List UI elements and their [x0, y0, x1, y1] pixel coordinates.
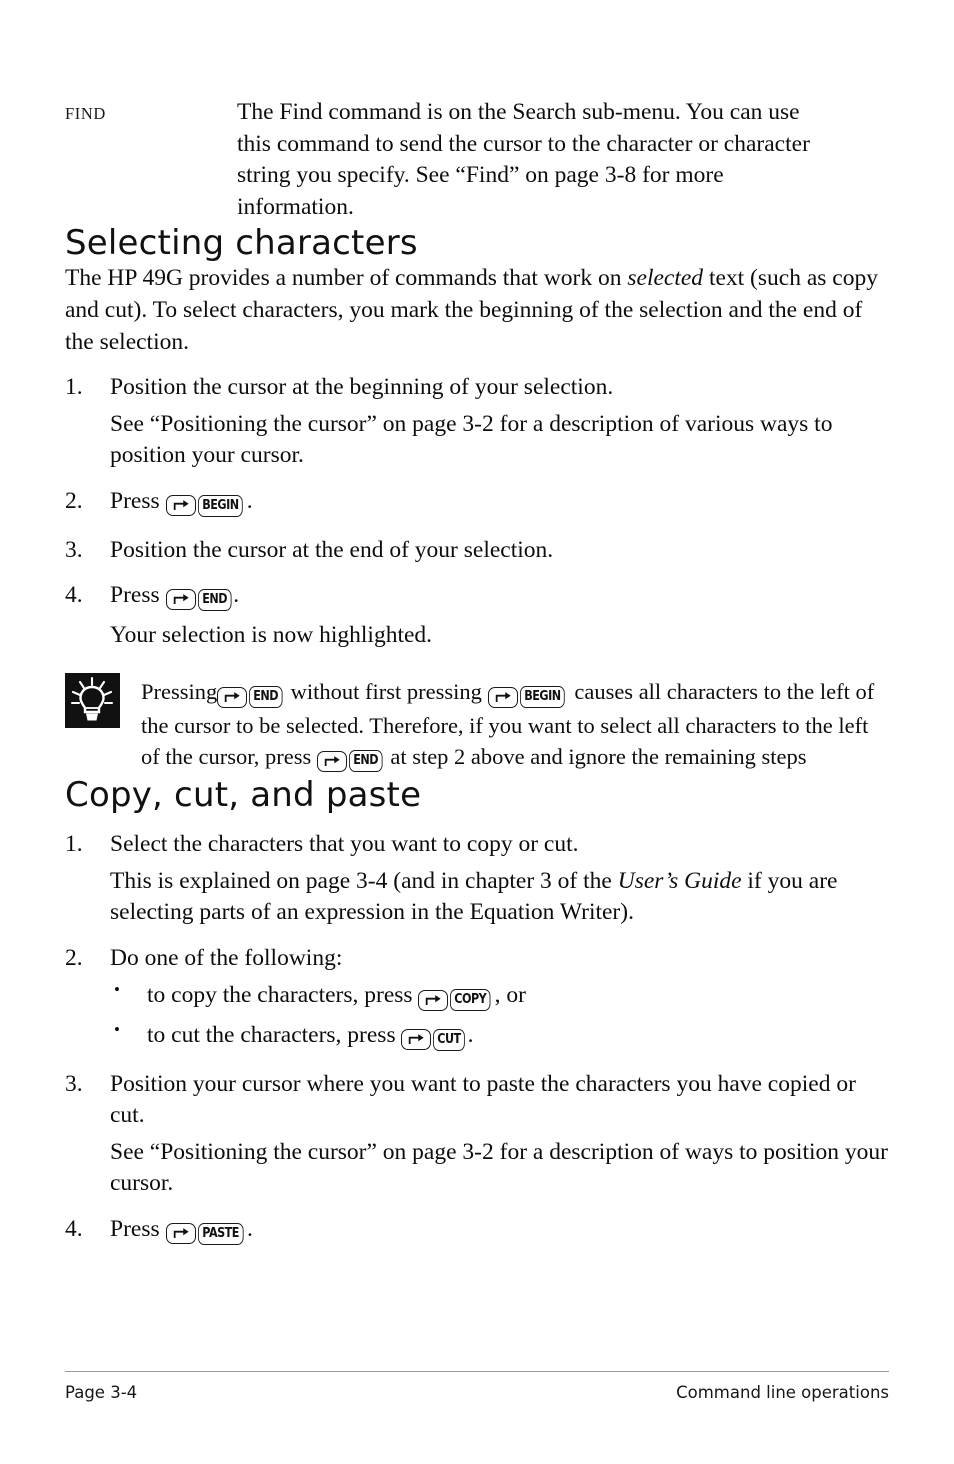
intro-text-part1: The HP 49G provides a number of commands…: [65, 265, 628, 292]
footer-row: Page 3-4 Command line operations: [65, 1383, 889, 1402]
step-subtext: Your selection is now highlighted.: [110, 621, 433, 648]
bullet-text-post: , or: [494, 982, 526, 1009]
left-shift-key-icon: [165, 495, 196, 517]
key-combo-left-shift-end: END: [316, 745, 385, 776]
left-shift-key-icon: [487, 686, 518, 708]
step-text: Position your cursor where you want to p…: [110, 1070, 856, 1129]
tip-text: Pressing END without first pressing BEGIN…: [141, 673, 889, 775]
bullet-list-copy-cut: • to copy the characters, press COPY, or …: [110, 980, 889, 1054]
bullet-text-post: .: [467, 1022, 474, 1049]
list-item: • to cut the characters, press CUT.: [110, 1020, 889, 1055]
intro-paragraph-selecting: The HP 49G provides a number of commands…: [65, 263, 889, 358]
key-combo-left-shift-begin: BEGIN: [487, 680, 569, 711]
left-shift-key-icon: [401, 1029, 432, 1051]
definition-term-find: FIND: [65, 104, 106, 123]
key-label: BEGIN: [519, 686, 565, 709]
key-combo-left-shift-begin: BEGIN: [165, 489, 247, 521]
list-item: 4. Press PASTE.: [65, 1214, 889, 1249]
left-shift-key-icon: [418, 989, 449, 1011]
footer-page-number: Page 3-4: [65, 1383, 138, 1402]
footer-running-head: Command line operations: [676, 1383, 889, 1402]
step-trailing-punct: .: [247, 1216, 253, 1243]
key-combo-left-shift-end: END: [165, 583, 234, 615]
step-trailing-punct: .: [246, 487, 253, 514]
tip-text-part4: at step 2 above and ignore the remaining…: [384, 743, 807, 769]
step-text: Do one of the following:: [110, 944, 343, 971]
step-subtext-emphasis-users-guide: User’s Guide: [617, 867, 742, 894]
definition-description: The Find command is on the Search sub-me…: [237, 99, 810, 220]
page-footer: Page 3-4 Command line operations: [65, 1371, 889, 1402]
list-item: • to copy the characters, press COPY, or: [110, 980, 889, 1015]
bullet-text-pre: to cut the characters, press: [147, 1022, 402, 1049]
step-subtext: See “Positioning the cursor” on page 3-2…: [110, 1138, 888, 1197]
left-shift-key-icon: [316, 750, 347, 772]
key-combo-left-shift-copy: COPY: [418, 983, 494, 1015]
key-combo-left-shift-paste: PASTE: [165, 1217, 248, 1249]
key-label: PASTE: [197, 1222, 243, 1245]
list-item: 1. Position the cursor at the beginning …: [65, 372, 889, 472]
definition-block: FIND The Find command is on the Search s…: [65, 97, 889, 223]
tip-callout: Pressing END without first pressing BEGIN…: [65, 673, 889, 775]
step-press-label: Press: [110, 582, 166, 609]
left-shift-key-icon: [217, 686, 248, 708]
step-number: 3.: [65, 1070, 83, 1097]
list-item: 1. Select the characters that you want t…: [65, 829, 889, 929]
step-press-label: Press: [110, 1216, 166, 1243]
step-number: 1.: [65, 374, 83, 401]
key-label: END: [249, 686, 283, 709]
list-item: 2. Press BEGIN.: [65, 486, 889, 521]
bullet-text-pre: to copy the characters, press: [147, 982, 419, 1009]
page-title-copy-cut-paste: Copy, cut, and paste: [65, 775, 422, 816]
key-label: END: [348, 750, 383, 773]
step-number: 2.: [65, 944, 83, 971]
step-number: 1.: [65, 831, 83, 858]
step-text: Position the cursor at the end of your s…: [110, 536, 554, 563]
step-subtext-part1: This is explained on page 3-4 (and in ch…: [110, 867, 618, 894]
list-item: 4. Press END. Your selection is now high…: [65, 580, 889, 651]
page-title-selecting-characters: Selecting characters: [65, 223, 418, 264]
tip-text-part1: Pressing: [141, 679, 218, 705]
tip-text-part2: without first pressing: [285, 679, 488, 705]
step-trailing-punct: .: [233, 582, 240, 609]
step-number: 3.: [65, 536, 83, 563]
list-item: 3. Position the cursor at the end of you…: [65, 535, 889, 567]
step-number: 4.: [65, 1216, 83, 1243]
step-press-label: Press: [110, 487, 166, 514]
left-shift-key-icon: [165, 1223, 196, 1245]
intro-emphasis-selected: selected: [627, 265, 704, 292]
key-label: COPY: [450, 989, 491, 1012]
step-number: 4.: [65, 582, 83, 609]
step-subtext: See “Positioning the cursor” on page 3-2…: [110, 410, 833, 469]
step-text: Position the cursor at the beginning of …: [110, 374, 614, 401]
key-label: END: [197, 588, 231, 611]
key-label: CUT: [433, 1028, 466, 1051]
list-item: 3. Position your cursor where you want t…: [65, 1069, 889, 1200]
bullet-marker: •: [114, 980, 120, 1000]
footer-divider: [65, 1371, 889, 1372]
steps-selecting-characters: 1. Position the cursor at the beginning …: [65, 372, 889, 651]
list-item: 2. Do one of the following: • to copy the…: [65, 943, 889, 1055]
bullet-marker: •: [114, 1020, 120, 1040]
document-page: FIND The Find command is on the Search s…: [0, 0, 954, 1464]
step-subtext: This is explained on page 3-4 (and in ch…: [110, 866, 889, 929]
left-shift-key-icon: [165, 589, 196, 611]
key-combo-left-shift-cut: CUT: [401, 1023, 467, 1055]
step-text: Select the characters that you want to c…: [110, 831, 579, 858]
key-combo-left-shift-end: END: [217, 680, 285, 711]
step-number: 2.: [65, 487, 83, 514]
lightbulb-icon: [65, 673, 120, 729]
key-label: BEGIN: [197, 494, 243, 517]
steps-copy-cut-paste: 1. Select the characters that you want t…: [65, 829, 889, 1249]
